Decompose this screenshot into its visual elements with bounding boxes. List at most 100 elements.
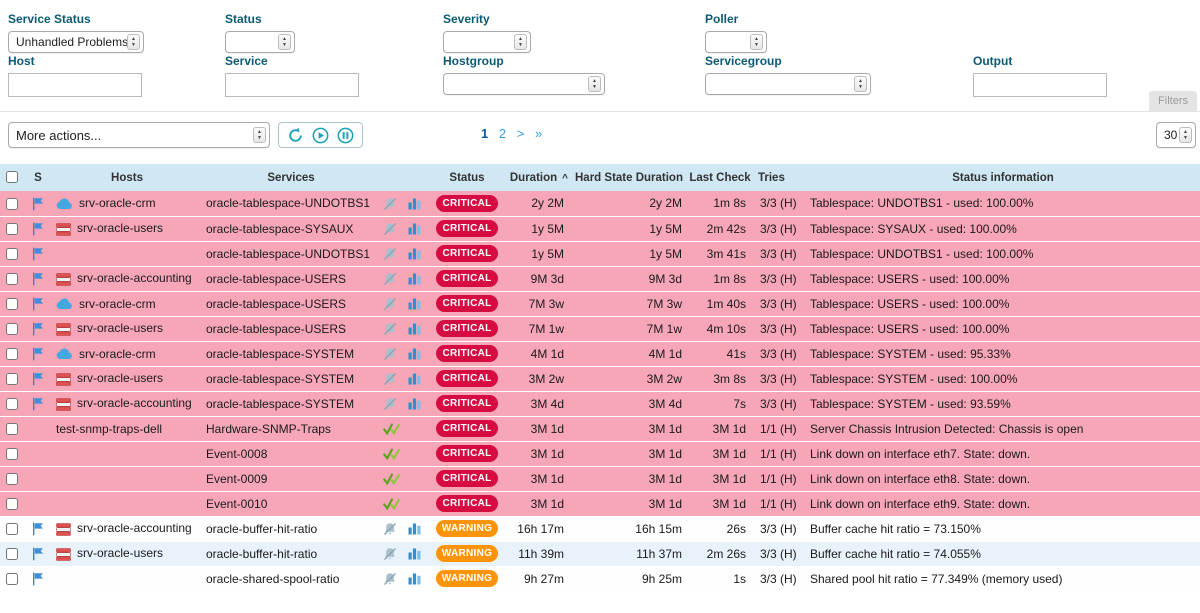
chart-icon[interactable] (408, 296, 421, 310)
servicegroup-select[interactable] (705, 73, 871, 95)
service-name[interactable]: Event-0008 (206, 447, 267, 461)
output-input[interactable] (973, 73, 1107, 97)
next-page-link[interactable]: > (517, 126, 525, 141)
col-header-last-check[interactable]: Last Check (688, 164, 752, 191)
resume-button[interactable] (311, 126, 330, 145)
host-name[interactable]: srv-oracle-users (77, 221, 163, 235)
flag-icon[interactable] (32, 196, 44, 210)
row-checkbox[interactable] (6, 548, 18, 560)
flag-icon[interactable] (32, 546, 44, 560)
flag-icon[interactable] (32, 296, 44, 310)
host-name[interactable]: test-snmp-traps-dell (56, 422, 162, 436)
mute-icon[interactable] (383, 246, 397, 260)
row-checkbox[interactable] (6, 448, 18, 460)
service-name[interactable]: Hardware-SNMP-Traps (206, 422, 331, 436)
service-name[interactable]: oracle-tablespace-USERS (206, 297, 346, 311)
host-name[interactable]: srv-oracle-users (77, 546, 163, 560)
mute-icon[interactable] (383, 371, 397, 385)
flag-icon[interactable] (32, 396, 44, 410)
col-header-status-information[interactable]: Status information (806, 164, 1200, 191)
refresh-button[interactable] (286, 126, 305, 145)
flag-icon[interactable] (32, 571, 44, 585)
mute-icon[interactable] (383, 346, 397, 360)
service-input[interactable] (225, 73, 359, 97)
page-1-link[interactable]: 1 (481, 126, 488, 141)
row-checkbox[interactable] (6, 273, 18, 285)
mute-icon[interactable] (383, 521, 397, 535)
chart-icon[interactable] (408, 221, 421, 235)
page-size-select[interactable]: 30 (1156, 122, 1196, 148)
row-checkbox[interactable] (6, 223, 18, 235)
col-header-tries[interactable]: Tries (752, 164, 806, 191)
mute-icon[interactable] (383, 571, 397, 585)
service-name[interactable]: oracle-tablespace-SYSTEM (206, 347, 354, 361)
service-name[interactable]: oracle-buffer-hit-ratio (206, 522, 317, 536)
status-select[interactable] (225, 31, 295, 53)
row-checkbox[interactable] (6, 373, 18, 385)
host-name[interactable]: srv-oracle-crm (79, 297, 156, 311)
host-name[interactable]: srv-oracle-crm (79, 347, 156, 361)
service-status-select[interactable]: Unhandled Problems (8, 31, 144, 53)
chart-icon[interactable] (408, 371, 421, 385)
flag-icon[interactable] (32, 221, 44, 235)
col-header-hosts[interactable]: Hosts (52, 164, 202, 191)
service-name[interactable]: Event-0009 (206, 472, 267, 486)
row-checkbox[interactable] (6, 298, 18, 310)
host-name[interactable]: srv-oracle-accounting (77, 396, 192, 410)
mute-icon[interactable] (383, 271, 397, 285)
mute-icon[interactable] (383, 396, 397, 410)
col-header-duration[interactable]: Duration^ (500, 164, 570, 191)
service-name[interactable]: oracle-tablespace-USERS (206, 272, 346, 286)
row-checkbox[interactable] (6, 473, 18, 485)
service-name[interactable]: oracle-tablespace-SYSAUX (206, 222, 353, 236)
select-all-checkbox[interactable] (6, 171, 18, 183)
page-2-link[interactable]: 2 (499, 126, 506, 141)
chart-icon[interactable] (408, 521, 421, 535)
pause-button[interactable] (336, 126, 355, 145)
chart-icon[interactable] (408, 271, 421, 285)
host-name[interactable]: srv-oracle-accounting (77, 521, 192, 535)
service-name[interactable]: oracle-tablespace-SYSTEM (206, 372, 354, 386)
chart-icon[interactable] (408, 321, 421, 335)
flag-icon[interactable] (32, 246, 44, 260)
row-checkbox[interactable] (6, 523, 18, 535)
service-name[interactable]: oracle-tablespace-UNDOTBS1 (206, 196, 370, 210)
service-name[interactable]: Event-0010 (206, 497, 267, 511)
more-actions-select[interactable]: More actions... (8, 122, 270, 148)
mute-icon[interactable] (383, 196, 397, 210)
mute-icon[interactable] (383, 221, 397, 235)
col-header-s[interactable]: S (24, 164, 52, 191)
row-checkbox[interactable] (6, 323, 18, 335)
row-checkbox[interactable] (6, 248, 18, 260)
chart-icon[interactable] (408, 196, 421, 210)
host-name[interactable]: srv-oracle-users (77, 371, 163, 385)
poller-select[interactable] (705, 31, 767, 53)
service-name[interactable]: oracle-shared-spool-ratio (206, 572, 339, 586)
service-name[interactable]: oracle-tablespace-SYSTEM (206, 397, 354, 411)
chart-icon[interactable] (408, 546, 421, 560)
row-checkbox[interactable] (6, 423, 18, 435)
row-checkbox[interactable] (6, 398, 18, 410)
hostgroup-select[interactable] (443, 73, 605, 95)
host-name[interactable]: srv-oracle-accounting (77, 271, 192, 285)
row-checkbox[interactable] (6, 348, 18, 360)
mute-icon[interactable] (383, 296, 397, 310)
chart-icon[interactable] (408, 246, 421, 260)
flag-icon[interactable] (32, 371, 44, 385)
chart-icon[interactable] (408, 346, 421, 360)
row-checkbox[interactable] (6, 198, 18, 210)
host-name[interactable]: srv-oracle-crm (79, 196, 156, 210)
chart-icon[interactable] (408, 571, 421, 585)
severity-select[interactable] (443, 31, 531, 53)
service-name[interactable]: oracle-buffer-hit-ratio (206, 547, 317, 561)
flag-icon[interactable] (32, 271, 44, 285)
mute-icon[interactable] (383, 546, 397, 560)
col-header-services[interactable]: Services (202, 164, 380, 191)
flag-icon[interactable] (32, 321, 44, 335)
host-input[interactable] (8, 73, 142, 97)
service-name[interactable]: oracle-tablespace-UNDOTBS1 (206, 247, 370, 261)
flag-icon[interactable] (32, 346, 44, 360)
last-page-link[interactable]: » (535, 126, 542, 141)
host-name[interactable]: srv-oracle-users (77, 321, 163, 335)
mute-icon[interactable] (383, 321, 397, 335)
